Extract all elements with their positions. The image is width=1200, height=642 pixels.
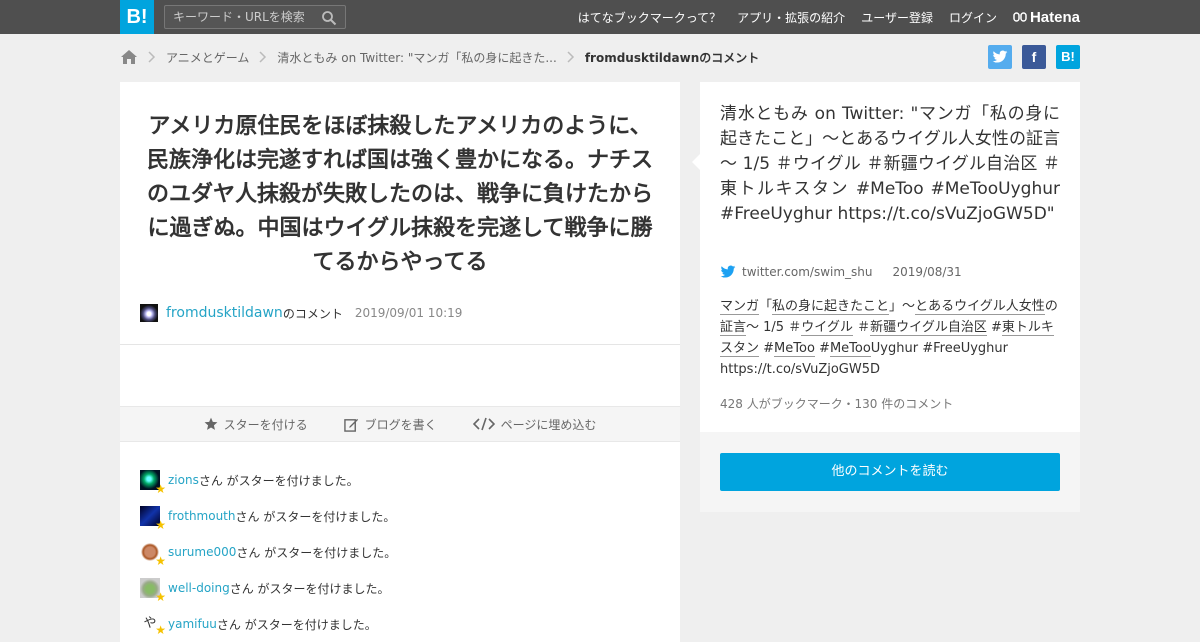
keyword-link[interactable]: ウイグル <box>801 320 853 336</box>
keyword-link[interactable]: MeToo <box>829 341 871 357</box>
comment-suffix: のコメント <box>282 306 343 321</box>
desc-text: 」～ <box>889 299 916 314</box>
hatena-link-icon <box>1013 12 1027 22</box>
nav-login[interactable]: ログイン <box>949 9 997 26</box>
hatena-share-button[interactable]: B! <box>1056 45 1080 69</box>
avatar[interactable]: ★ <box>140 578 166 604</box>
avatar[interactable] <box>140 304 158 322</box>
desc-text: ＃ <box>852 320 871 335</box>
hatena-brand[interactable]: Hatena <box>1013 9 1080 26</box>
entry-source-domain[interactable]: twitter.com/swim_shu <box>742 265 873 279</box>
list-item: ★ surume000 さん がスターを付けました。 <box>140 534 396 570</box>
star-suffix: さん がスターを付けました。 <box>235 509 396 524</box>
star-suffix: さん がスターを付けました。 <box>229 581 390 596</box>
facebook-icon: f <box>1031 49 1037 65</box>
share-buttons: f B! <box>988 45 1080 69</box>
comment-date[interactable]: 2019/09/01 10:19 <box>355 306 463 320</box>
top-bar: B! はてなブックマークって？ アプリ・拡張の紹介 ユーザー登録 ログイン Ha… <box>0 0 1200 34</box>
header-nav: はてなブックマークって？ アプリ・拡張の紹介 ユーザー登録 ログイン Haten… <box>578 0 1080 34</box>
desc-text: # <box>759 341 775 356</box>
search-input[interactable] <box>165 6 315 28</box>
list-item: ★ frothmouth さん がスターを付けました。 <box>140 498 396 534</box>
card-pointer <box>692 154 700 170</box>
hatena-bookmark-logo[interactable]: B! <box>120 0 154 34</box>
entry-title[interactable]: 清水ともみ on Twitter: "マンガ「私の身に起きたこと」～とあるウイグ… <box>720 102 1060 227</box>
star-user-link[interactable]: well-doing <box>168 581 230 595</box>
search-box[interactable] <box>164 5 346 29</box>
star-user-link[interactable]: surume000 <box>168 545 236 559</box>
desc-text: 「 <box>759 299 773 314</box>
keyword-link[interactable]: とあるウイグル人女性 <box>915 299 1045 315</box>
desc-text: # <box>986 320 1002 335</box>
star-user-link[interactable]: yamifuu <box>168 617 217 631</box>
chevron-right-icon <box>567 51 574 63</box>
write-blog-label: ブログを書く <box>364 417 437 432</box>
star-icon: ★ <box>155 554 166 568</box>
avatar[interactable]: ★ <box>140 506 166 532</box>
star-icon: ★ <box>155 623 166 637</box>
avatar[interactable]: ★ <box>140 470 166 496</box>
write-blog-button[interactable]: ブログを書く <box>343 416 437 433</box>
star-user-link[interactable]: zions <box>168 473 199 487</box>
action-bar: スターを付ける ブログを書く ページに埋め込む <box>120 406 680 442</box>
bookmark-count[interactable]: 428 人がブックマーク・130 件のコメント <box>720 395 953 412</box>
entry-source: twitter.com/swim_shu 2019/08/31 <box>720 265 962 279</box>
facebook-share-button[interactable]: f <box>1022 45 1046 69</box>
avatar[interactable]: ★ <box>140 542 166 568</box>
nav-register[interactable]: ユーザー登録 <box>861 9 933 26</box>
twitter-share-button[interactable] <box>988 45 1012 69</box>
star-icon: ★ <box>155 518 166 532</box>
twitter-icon <box>992 50 1008 63</box>
star-list: ★ zions さん がスターを付けました。 ★ frothmouth さん がスタ… <box>140 462 396 642</box>
comment-card: アメリカ原住民をほぼ抹殺したアメリカのように、民族浄化は完遂すれば国は強く豊かに… <box>120 82 680 642</box>
desc-text: の <box>1044 299 1058 314</box>
embed-button[interactable]: ページに埋め込む <box>472 416 597 433</box>
star-suffix: さん がスターを付けました。 <box>236 545 397 560</box>
embed-label: ページに埋め込む <box>500 417 597 432</box>
breadcrumb-current: fromdusktildawnのコメント <box>584 50 760 65</box>
entry-date: 2019/08/31 <box>892 265 962 279</box>
keyword-link[interactable]: 私の身に起きたこと <box>772 299 890 315</box>
avatar[interactable]: や ★ <box>140 614 166 637</box>
keyword-link[interactable]: 新疆ウイグル自治区 <box>870 320 987 336</box>
breadcrumb-entry[interactable]: 清水ともみ on Twitter: "マンガ「私の身に起きた... <box>277 49 556 66</box>
chevron-right-icon <box>148 51 156 63</box>
twitter-icon <box>720 265 736 278</box>
edit-icon <box>343 418 358 432</box>
comment-user-link[interactable]: fromdusktildawn <box>166 305 283 321</box>
breadcrumb: アニメとゲーム 清水ともみ on Twitter: "マンガ「私の身に起きた..… <box>120 44 759 70</box>
list-item: や ★ yamifuu さん がスターを付けました。 <box>140 606 396 642</box>
hatena-bookmark-icon: B! <box>1061 49 1075 64</box>
comment-meta: fromdusktildawn のコメント 2019/09/01 10:19 <box>140 304 462 322</box>
entry-footer: 他のコメントを読む <box>700 432 1080 512</box>
comment-text: アメリカ原住民をほぼ抹殺したアメリカのように、民族浄化は完遂すれば国は強く豊かに… <box>146 114 653 275</box>
code-icon <box>472 417 495 431</box>
list-item: ★ well-doing さん がスターを付けました。 <box>140 570 396 606</box>
search-icon[interactable] <box>321 10 337 26</box>
star-icon: ★ <box>155 482 166 496</box>
desc-text: ～ 1/5 ＃ <box>746 320 802 335</box>
nav-apps[interactable]: アプリ・拡張の紹介 <box>737 9 845 26</box>
star-user-link[interactable]: frothmouth <box>168 509 236 523</box>
entry-description: マンガ「私の身に起きたこと」～とあるウイグル人女性の証言～ 1/5 ＃ウイグル … <box>720 296 1060 380</box>
keyword-link[interactable]: マンガ <box>720 299 760 315</box>
star-suffix: さん がスターを付けました。 <box>198 473 359 488</box>
star-icon: ★ <box>155 590 166 604</box>
chevron-right-icon <box>259 51 267 63</box>
home-icon[interactable] <box>120 49 138 65</box>
nav-about[interactable]: はてなブックマークって？ <box>578 9 721 26</box>
add-star-button[interactable]: スターを付ける <box>204 416 308 433</box>
desc-text: # <box>814 341 830 356</box>
keyword-link[interactable]: MeToo <box>774 341 815 357</box>
add-star-label: スターを付ける <box>223 417 308 432</box>
list-item: ★ zions さん がスターを付けました。 <box>140 462 396 498</box>
entry-card: 清水ともみ on Twitter: "マンガ「私の身に起きたこと」～とあるウイグ… <box>692 82 1080 432</box>
keyword-link[interactable]: 証言 <box>720 320 747 336</box>
star-icon <box>204 417 218 430</box>
read-other-comments-button[interactable]: 他のコメントを読む <box>720 453 1060 491</box>
breadcrumb-category[interactable]: アニメとゲーム <box>166 49 249 66</box>
divider <box>120 344 680 345</box>
hatena-brand-text: Hatena <box>1029 8 1080 26</box>
